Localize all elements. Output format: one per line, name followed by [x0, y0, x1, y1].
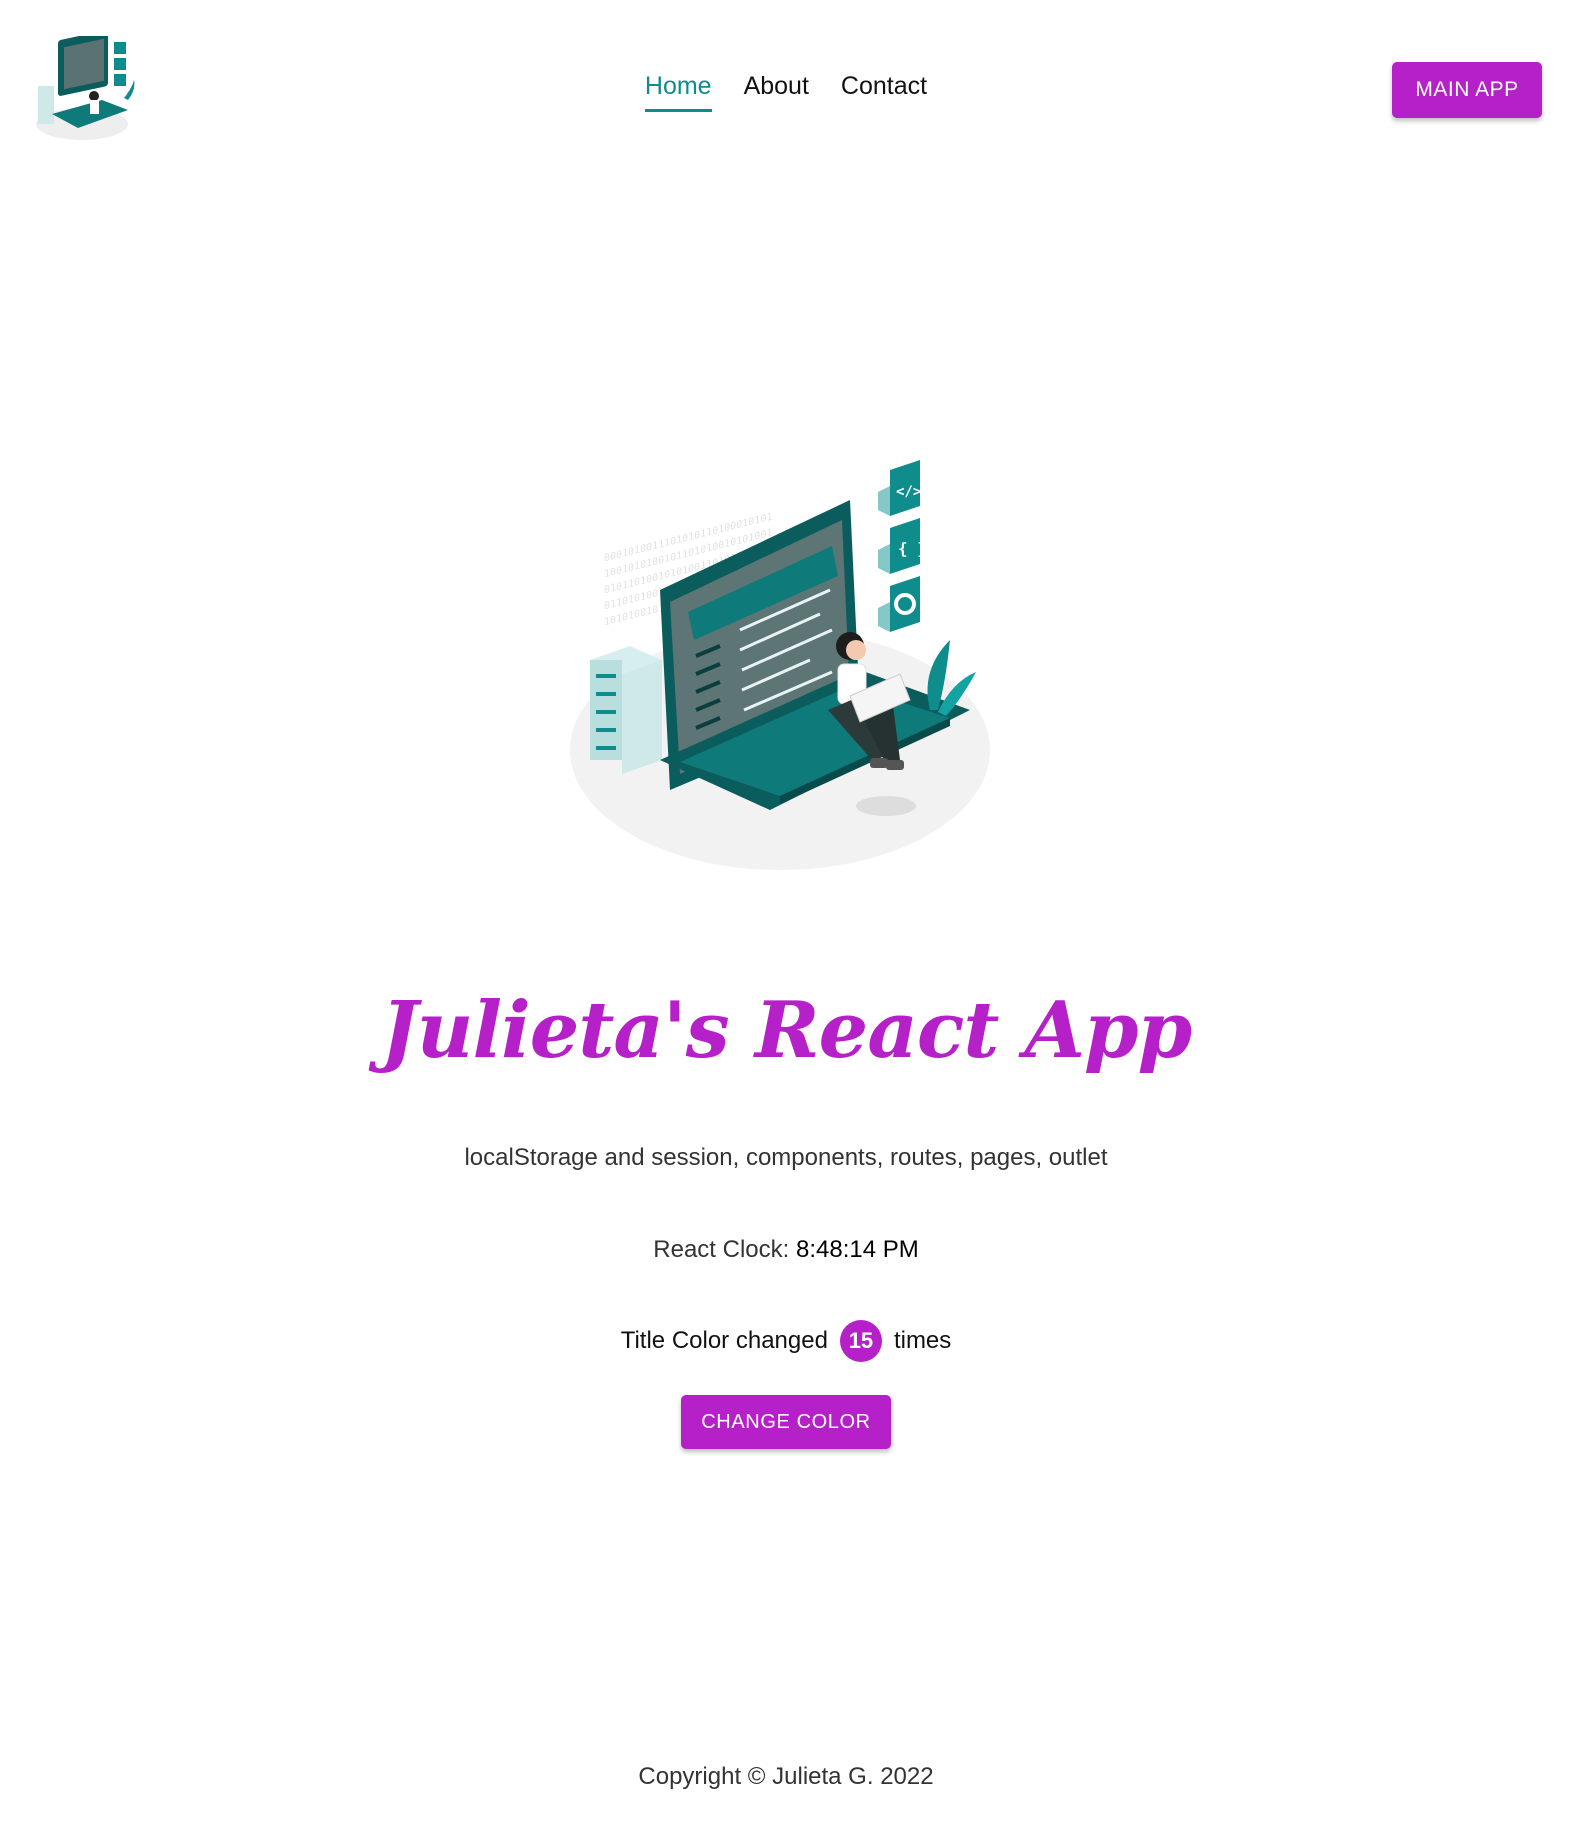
clock-label: React Clock: — [653, 1236, 790, 1263]
footer-copyright: Copyright © Julieta G. 2022 — [638, 1763, 934, 1790]
counter-suffix: times — [893, 1327, 952, 1354]
nav-contact[interactable]: Contact — [841, 72, 927, 112]
app-header: Home About Contact MAIN APP — [0, 0, 1572, 180]
main-app-button[interactable]: MAIN APP — [1392, 62, 1542, 118]
svg-text:{ }: { } — [898, 539, 927, 558]
clock-time: 8:48:14 PM — [795, 1236, 919, 1263]
nav-about[interactable]: About — [744, 72, 809, 112]
counter-prefix: Title Color changed — [620, 1327, 828, 1354]
main-nav: Home About Contact — [0, 72, 1572, 112]
counter-badge: 15 — [839, 1320, 882, 1362]
svg-text:</>: </> — [896, 484, 921, 500]
developer-laptop-illustration-icon: 0001010011101010110100010101 10010101001… — [570, 460, 990, 870]
color-change-counter: Title Color changed 15 times — [0, 1320, 1572, 1362]
nav-home[interactable]: Home — [644, 72, 712, 112]
page-subtitle: localStorage and session, components, ro… — [464, 1144, 1108, 1171]
react-clock: React Clock: 8:48:14 PM — [0, 1236, 1572, 1264]
change-color-button[interactable]: CHANGE COLOR — [681, 1395, 891, 1449]
page-title: Julieta's React App — [380, 985, 1192, 1076]
